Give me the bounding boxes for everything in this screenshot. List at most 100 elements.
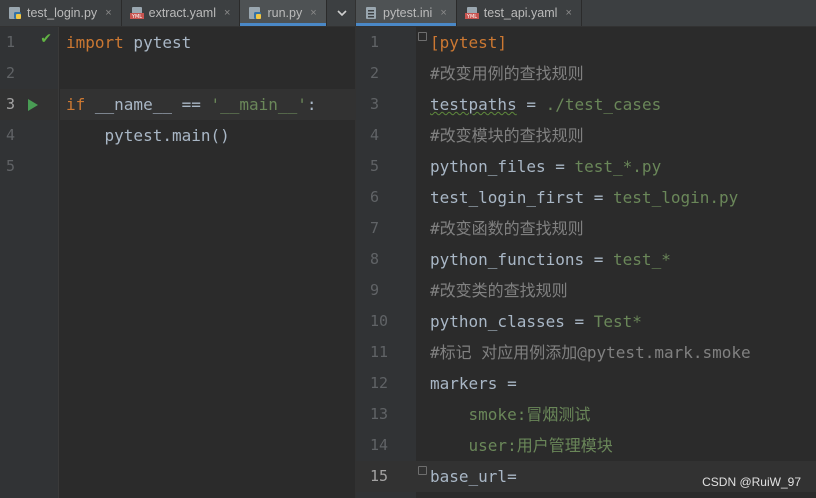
code-line[interactable]: #标记 对应用例添加@pytest.mark.smoke xyxy=(416,337,816,368)
right-line-gutter: 1 2 3 4 5 6 7 8 9 10 11 12 13 14 15 xyxy=(356,27,416,498)
left-line-gutter: ✔ 12345 xyxy=(0,27,59,498)
code-line[interactable]: test_login_first = test_login.py xyxy=(416,182,816,213)
left-tab-bar: test_login.py × YML extract.yaml × run.py × xyxy=(0,0,355,27)
tab-label: test_api.yaml xyxy=(483,6,558,20)
line-number[interactable]: 1 xyxy=(0,27,58,58)
code-line[interactable]: [pytest] xyxy=(416,27,816,58)
line-number[interactable]: 8 xyxy=(356,244,416,275)
code-token: = xyxy=(497,374,517,393)
line-number[interactable]: 7 xyxy=(356,213,416,244)
tab-pytest-ini[interactable]: pytest.ini × xyxy=(356,0,457,26)
code-line[interactable]: #改变模块的查找规则 xyxy=(416,120,816,151)
code-token: #改变函数的查找规则 xyxy=(430,219,584,238)
code-token: __name__ == xyxy=(85,95,211,114)
code-line[interactable]: python_files = test_*.py xyxy=(416,151,816,182)
line-number[interactable]: 2 xyxy=(0,58,58,89)
tab-label: extract.yaml xyxy=(148,6,217,20)
yaml-file-icon: YML xyxy=(464,6,479,20)
tab-label: run.py xyxy=(267,6,303,20)
code-token: pytest.main() xyxy=(66,126,230,145)
watermark: CSDN @RuiW_97 xyxy=(702,475,801,489)
line-number[interactable]: 10 xyxy=(356,306,416,337)
tab-test-api-yaml[interactable]: YML test_api.yaml × xyxy=(457,0,582,26)
code-token: markers xyxy=(430,374,498,393)
code-token: ./test_cases xyxy=(545,95,662,114)
line-number[interactable]: 4 xyxy=(0,120,58,151)
code-token: #改变用例的查找规则 xyxy=(430,64,584,83)
line-number[interactable]: 15 xyxy=(356,461,416,492)
code-token: pytest xyxy=(123,33,192,52)
chevron-down-icon[interactable] xyxy=(329,0,355,26)
line-number[interactable]: 4 xyxy=(356,120,416,151)
code-token: python_files xyxy=(430,157,546,176)
code-line[interactable]: python_classes = Test* xyxy=(416,306,816,337)
tab-label: test_login.py xyxy=(27,6,98,20)
code-token: #改变类的查找规则 xyxy=(430,281,568,300)
line-number[interactable]: 2 xyxy=(356,58,416,89)
code-token: Test* xyxy=(593,312,642,331)
code-token: python_classes xyxy=(430,312,565,331)
code-token: user:用户管理模块 xyxy=(430,436,613,455)
line-number[interactable]: 5 xyxy=(0,151,58,182)
tab-run-py[interactable]: run.py × xyxy=(240,0,327,26)
close-icon[interactable]: × xyxy=(440,7,446,19)
close-icon[interactable]: × xyxy=(310,7,316,19)
code-line[interactable] xyxy=(60,151,355,182)
ini-file-icon xyxy=(364,6,378,20)
code-line[interactable]: pytest.main() xyxy=(60,120,355,151)
code-token: #标记 对应用例添加@pytest.mark.smoke xyxy=(430,343,751,362)
close-icon[interactable]: × xyxy=(105,7,111,19)
code-token: = xyxy=(507,467,517,486)
code-line[interactable]: user:用户管理模块 xyxy=(416,430,816,461)
tab-test-login-py[interactable]: test_login.py × xyxy=(0,0,122,26)
line-number[interactable]: 9 xyxy=(356,275,416,306)
code-token: : xyxy=(306,95,317,114)
line-number[interactable]: 11 xyxy=(356,337,416,368)
line-number[interactable]: 13 xyxy=(356,399,416,430)
code-line[interactable]: testpaths = ./test_cases xyxy=(416,89,816,120)
code-token: smoke:冒烟测试 xyxy=(430,405,591,424)
code-line[interactable]: #改变类的查找规则 xyxy=(416,275,816,306)
line-number[interactable]: 12 xyxy=(356,368,416,399)
close-icon[interactable]: × xyxy=(565,7,571,19)
code-line[interactable] xyxy=(60,58,355,89)
code-token: python_functions xyxy=(430,250,585,269)
right-tab-bar: pytest.ini × YML test_api.yaml × xyxy=(356,0,816,27)
code-token: = xyxy=(584,188,614,207)
code-token: base_url xyxy=(430,467,508,486)
code-line[interactable]: python_functions = test_* xyxy=(416,244,816,275)
line-number[interactable]: 5 xyxy=(356,151,416,182)
svg-text:YML: YML xyxy=(131,14,142,20)
code-token: testpaths xyxy=(430,95,517,114)
svg-text:YML: YML xyxy=(466,14,477,20)
run-icon[interactable] xyxy=(28,99,38,111)
code-line[interactable]: smoke:冒烟测试 xyxy=(416,399,816,430)
left-code-editor[interactable]: import pytest if __name__ == '__main__': … xyxy=(60,27,355,498)
python-file-icon xyxy=(8,6,22,20)
code-line[interactable]: #改变函数的查找规则 xyxy=(416,213,816,244)
fold-icon[interactable] xyxy=(418,466,427,475)
code-token: = xyxy=(584,250,614,269)
tab-extract-yaml[interactable]: YML extract.yaml × xyxy=(122,0,241,26)
code-token: = xyxy=(564,312,594,331)
close-icon[interactable]: × xyxy=(224,7,230,19)
python-file-icon xyxy=(248,6,262,20)
code-token: [pytest] xyxy=(430,33,508,52)
fold-icon[interactable] xyxy=(418,32,427,41)
code-token: import xyxy=(66,33,124,52)
yaml-file-icon: YML xyxy=(129,6,144,20)
line-number[interactable]: 14 xyxy=(356,430,416,461)
line-number[interactable]: 3 xyxy=(356,89,416,120)
code-token: = xyxy=(545,157,575,176)
code-line[interactable]: import pytest xyxy=(60,27,355,58)
code-token: test_login.py xyxy=(613,188,739,207)
line-number[interactable]: 6 xyxy=(356,182,416,213)
code-token: #改变模块的查找规则 xyxy=(430,126,584,145)
code-line[interactable]: if __name__ == '__main__': xyxy=(60,89,355,120)
line-number[interactable]: 1 xyxy=(356,27,416,58)
right-code-editor[interactable]: [pytest] #改变用例的查找规则 testpaths = ./test_cas… xyxy=(416,27,816,498)
code-token: test_*.py xyxy=(574,157,662,176)
code-line[interactable]: #改变用例的查找规则 xyxy=(416,58,816,89)
code-line[interactable]: markers = xyxy=(416,368,816,399)
code-token: if xyxy=(66,95,86,114)
